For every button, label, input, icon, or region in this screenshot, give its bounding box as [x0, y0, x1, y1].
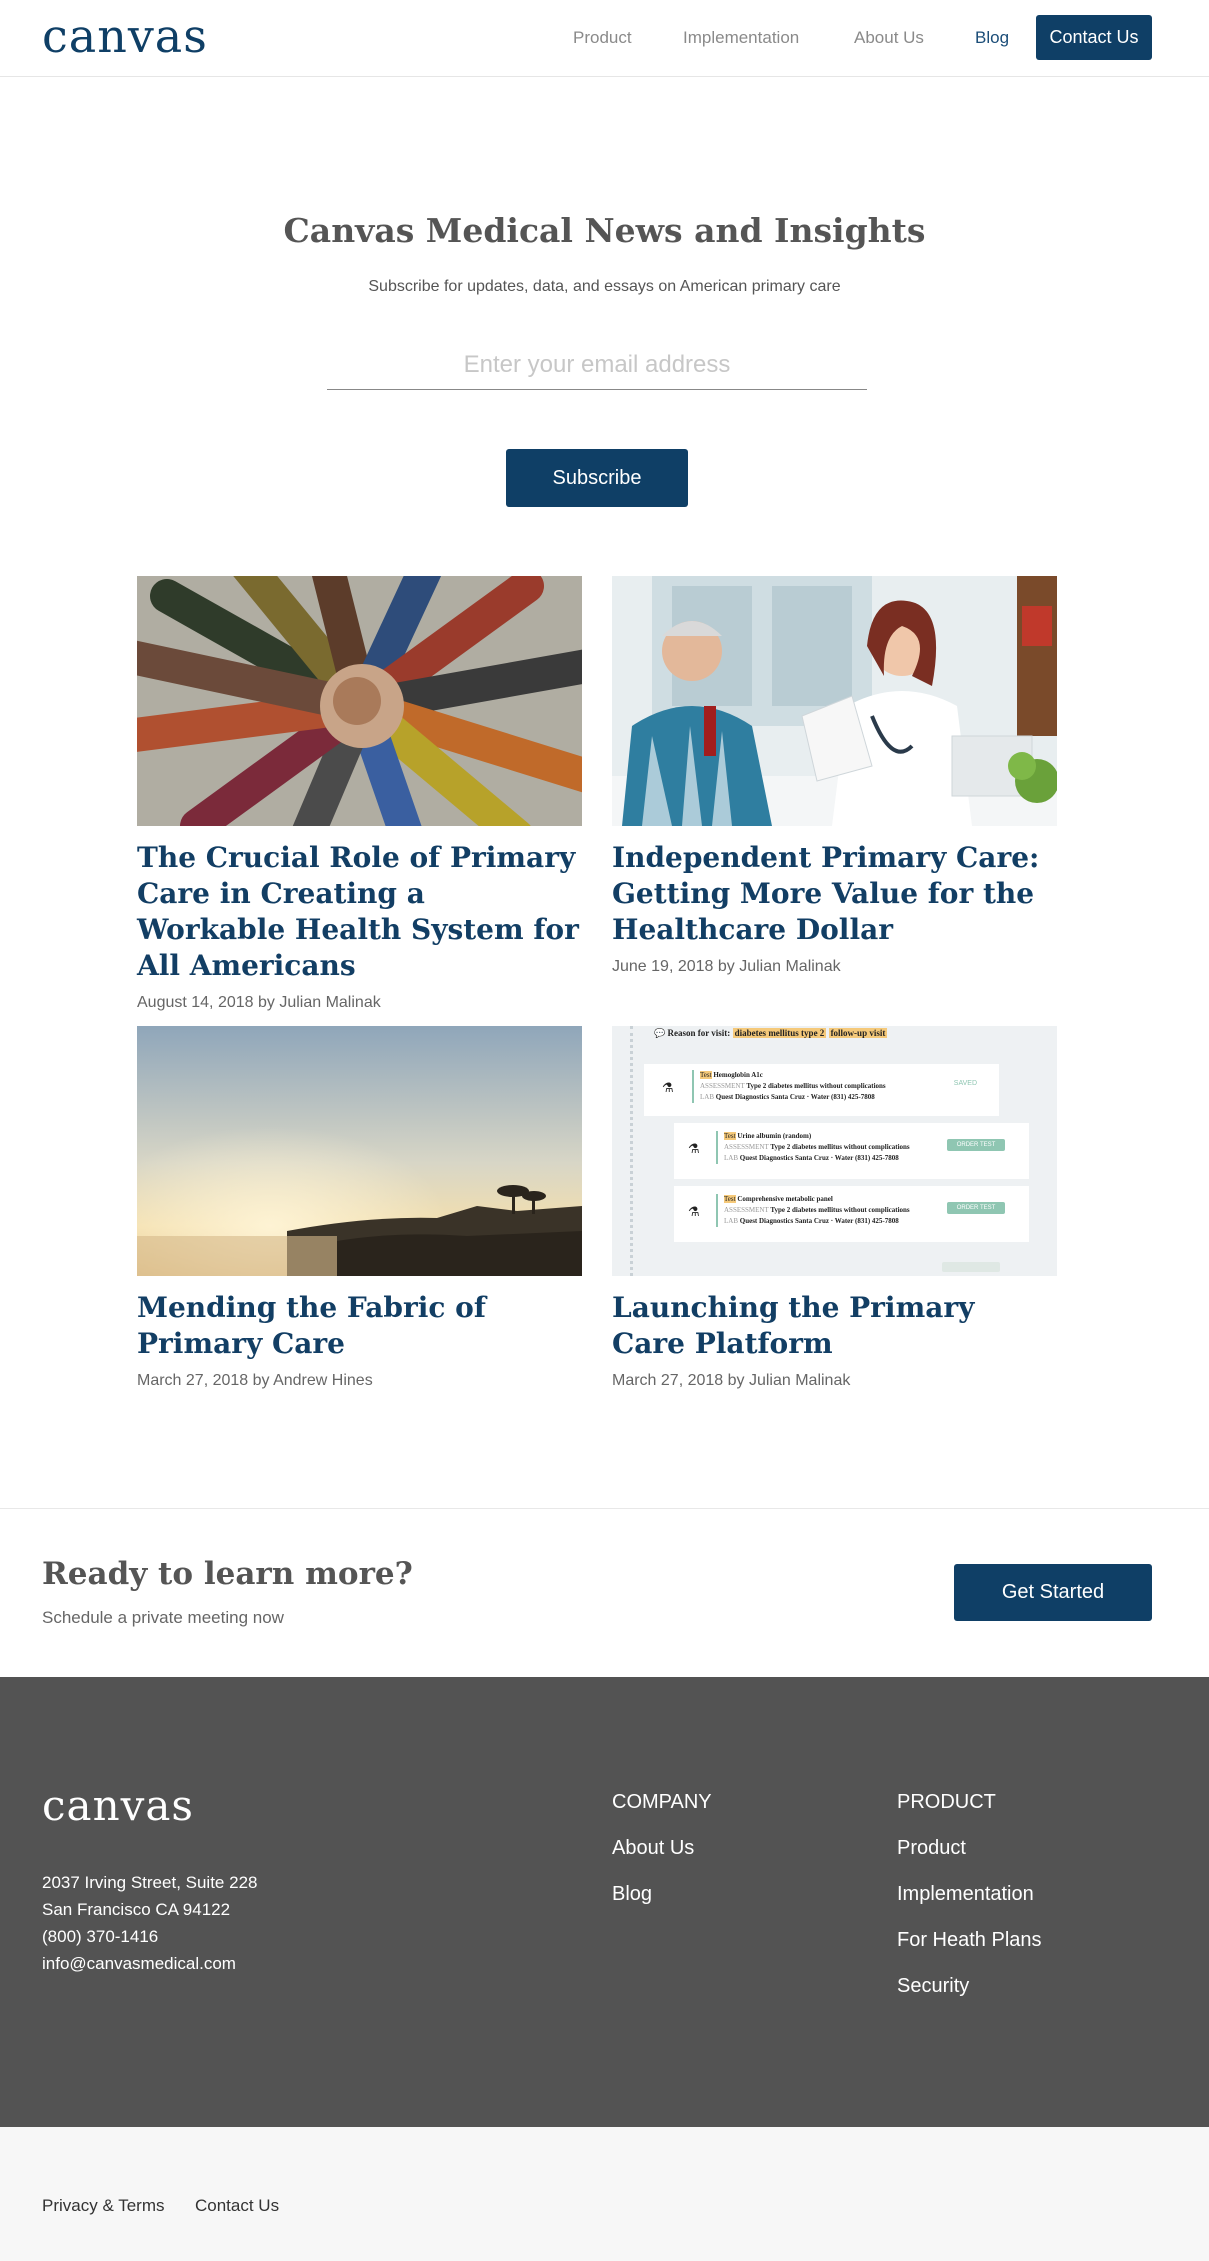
footer-product-title: PRODUCT: [897, 1791, 996, 1813]
chat-icon: 💬: [654, 1028, 666, 1038]
email-address[interactable]: info@canvasmedical.com: [42, 1950, 257, 1977]
footer-link-blog[interactable]: Blog: [612, 1880, 712, 1908]
order-item: ⚗ Test Comprehensive metabolic panel ASS…: [674, 1186, 1029, 1242]
assessment-text: Type 2 diabetes mellitus without complic…: [770, 1206, 910, 1214]
post-meta: March 27, 2018 by Julian Malinak: [612, 1372, 851, 1389]
post-title[interactable]: Independent Primary Care: Getting More V…: [612, 840, 1057, 948]
post-card[interactable]: 💬 Reason for visit: diabetes mellitus ty…: [612, 1026, 1057, 1392]
footer-link-implementation[interactable]: Implementation: [897, 1880, 1042, 1908]
post-meta: March 27, 2018 by Andrew Hines: [137, 1372, 373, 1389]
page-title: Canvas Medical News and Insights: [283, 211, 926, 250]
lab-text: Quest Diagnostics Santa Cruz · Water (83…: [739, 1154, 899, 1162]
test-name: Comprehensive metabolic panel: [737, 1195, 833, 1203]
flask-icon: ⚗: [662, 1080, 674, 1095]
contact-us-button[interactable]: Contact Us: [1036, 15, 1152, 60]
lab-prefix: LAB: [724, 1217, 738, 1225]
reason-label: Reason for visit:: [667, 1028, 731, 1038]
site-footer: canvas 2037 Irving Street, Suite 228 San…: [0, 1677, 1209, 2127]
nav-implementation[interactable]: Implementation: [683, 26, 799, 50]
assessment-prefix: ASSESSMENT: [724, 1206, 769, 1214]
lab-text: Quest Diagnostics Santa Cruz · Water (83…: [715, 1093, 875, 1101]
flask-icon: ⚗: [688, 1141, 700, 1156]
order-item: ⚗ Test Hemoglobin A1c ASSESSMENT Type 2 …: [644, 1064, 999, 1116]
nav-blog[interactable]: Blog: [975, 26, 1009, 50]
assessment-text: Type 2 diabetes mellitus without complic…: [770, 1143, 910, 1151]
test-tag: Test: [724, 1195, 736, 1203]
footer-link-security[interactable]: Security: [897, 1972, 1042, 2000]
footer-company-title: COMPANY: [612, 1791, 712, 1813]
test-tag: Test: [700, 1071, 712, 1079]
privacy-terms-link[interactable]: Privacy & Terms: [42, 2194, 165, 2218]
page-subtitle: Subscribe for updates, data, and essays …: [368, 278, 841, 295]
order-item: ⚗ Test Urine albumin (random) ASSESSMENT…: [674, 1123, 1029, 1179]
post-card[interactable]: Independent Primary Care: Getting More V…: [612, 576, 1057, 978]
saved-label: SAVED: [953, 1080, 977, 1087]
email-input[interactable]: [327, 340, 867, 390]
footer-company-column: COMPANY About Us Blog: [612, 1788, 712, 1926]
coast-sunset-image[interactable]: [137, 1026, 582, 1276]
post-title[interactable]: Launching the Primary Care Platform: [612, 1290, 1057, 1362]
footer-product-column: PRODUCT Product Implementation For Heath…: [897, 1788, 1042, 2018]
footer-link-product[interactable]: Product: [897, 1834, 1042, 1862]
address-line: 2037 Irving Street, Suite 228: [42, 1873, 258, 1892]
reason-tag: diabetes mellitus type 2: [732, 1028, 827, 1038]
get-started-button[interactable]: Get Started: [954, 1564, 1152, 1621]
test-name: Urine albumin (random): [737, 1132, 812, 1140]
assessment-prefix: ASSESSMENT: [724, 1143, 769, 1151]
cta-title: Ready to learn more?: [42, 1556, 413, 1592]
order-test-button[interactable]: ORDER TEST: [947, 1139, 1005, 1151]
platform-screenshot-image[interactable]: 💬 Reason for visit: diabetes mellitus ty…: [612, 1026, 1057, 1276]
lab-prefix: LAB: [700, 1093, 714, 1101]
bottom-contact-link[interactable]: Contact Us: [195, 2194, 279, 2218]
assessment-prefix: ASSESSMENT: [700, 1082, 745, 1090]
lab-prefix: LAB: [724, 1154, 738, 1162]
post-meta: August 14, 2018 by Julian Malinak: [137, 994, 381, 1011]
lab-text: Quest Diagnostics Santa Cruz · Water (83…: [739, 1217, 899, 1225]
bottom-bar: Privacy & Terms Contact Us: [0, 2127, 1209, 2261]
doctor-patient-image[interactable]: [612, 576, 1057, 826]
footer-link-health-plans[interactable]: For Heath Plans: [897, 1926, 1042, 1954]
order-test-button[interactable]: ORDER TEST: [947, 1202, 1005, 1214]
reason-tag: follow-up visit: [828, 1028, 888, 1038]
flask-icon: ⚗: [688, 1204, 700, 1219]
address-line: San Francisco CA 94122: [42, 1900, 231, 1919]
hands-together-image[interactable]: [137, 576, 582, 826]
faded-button: [942, 1262, 1000, 1272]
test-tag: Test: [724, 1132, 736, 1140]
timeline-dots: [630, 1026, 633, 1276]
subscribe-button[interactable]: Subscribe: [506, 449, 688, 507]
nav-about-us[interactable]: About Us: [854, 26, 924, 50]
test-name: Hemoglobin A1c: [713, 1071, 763, 1079]
footer-address: 2037 Irving Street, Suite 228 San Franci…: [42, 1869, 257, 1977]
footer-link-about-us[interactable]: About Us: [612, 1834, 712, 1862]
reason-for-visit-row: 💬 Reason for visit: diabetes mellitus ty…: [654, 1026, 888, 1040]
canvas-logo[interactable]: canvas: [42, 8, 208, 64]
post-card[interactable]: Mending the Fabric of Primary Care March…: [137, 1026, 582, 1392]
cta-subtitle: Schedule a private meeting now: [42, 1608, 284, 1627]
assessment-text: Type 2 diabetes mellitus without complic…: [746, 1082, 886, 1090]
phone-number[interactable]: (800) 370-1416: [42, 1923, 257, 1950]
site-header: canvas Product Implementation About Us B…: [0, 0, 1209, 77]
section-divider: [0, 1508, 1209, 1509]
post-meta: June 19, 2018 by Julian Malinak: [612, 958, 841, 975]
post-title[interactable]: Mending the Fabric of Primary Care: [137, 1290, 582, 1362]
post-title[interactable]: The Crucial Role of Primary Care in Crea…: [137, 840, 582, 984]
nav-product[interactable]: Product: [573, 26, 632, 50]
footer-logo[interactable]: canvas: [42, 1780, 194, 1832]
post-card[interactable]: The Crucial Role of Primary Care in Crea…: [137, 576, 582, 1014]
